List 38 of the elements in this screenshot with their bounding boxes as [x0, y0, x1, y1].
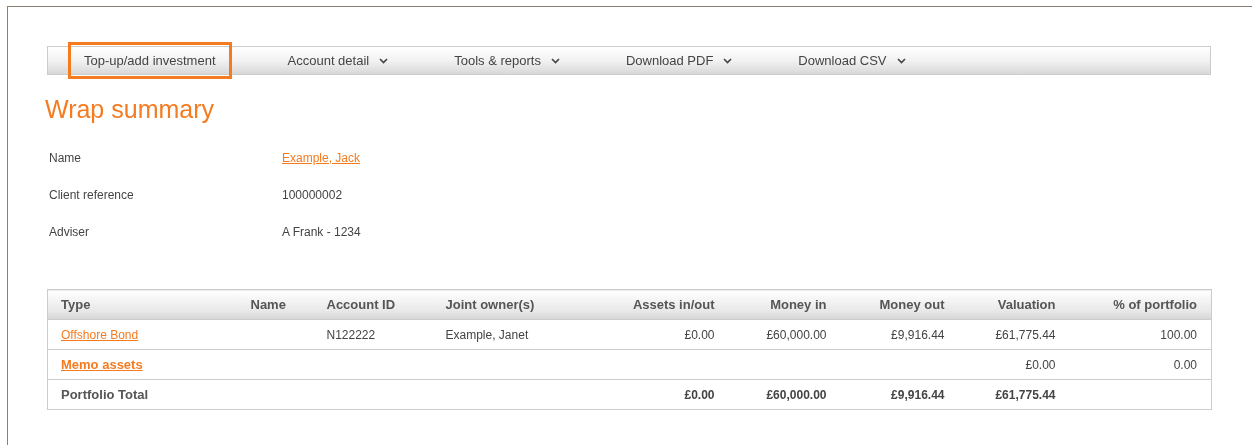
menu-item[interactable]: Download CSV	[782, 42, 922, 79]
table-cell: £0.00	[684, 387, 715, 402]
column-header: % of portfolio	[1113, 297, 1197, 312]
field-label: Client reference	[48, 187, 135, 202]
column-header: Joint owner(s)	[445, 297, 535, 312]
menu-item[interactable]: Download PDF	[609, 42, 749, 79]
table-cell: N122222	[326, 327, 376, 342]
chevron-down-icon	[379, 57, 389, 64]
table-cell: £61,775.44	[995, 387, 1056, 402]
menu-item[interactable]: Account detail	[271, 42, 405, 79]
total-label: Portfolio Total	[61, 387, 149, 402]
column-header: Account ID	[326, 297, 396, 312]
field-value: 100000002	[282, 187, 343, 202]
field-value: A Frank - 1234	[282, 224, 361, 239]
table-cell: £0.00	[1025, 357, 1056, 372]
field-label: Adviser	[48, 224, 90, 239]
table-cell: £60,000.00	[766, 327, 827, 342]
table-cell: 0.00	[1173, 357, 1197, 372]
menu-item[interactable]: Top-up/add investment	[68, 42, 232, 79]
column-header: Money out	[879, 297, 945, 312]
table-cell: £9,916.44	[891, 387, 945, 402]
column-header: Assets in/out	[632, 297, 715, 312]
column-header: Type	[61, 297, 91, 312]
table-cell: Example, Janet	[445, 327, 529, 342]
table-cell: £0.00	[684, 327, 715, 342]
table-cell: 100.00	[1160, 327, 1197, 342]
table-cell: £61,775.44	[995, 327, 1056, 342]
table-cell: £60,000.00	[766, 387, 827, 402]
table-cell: £9,916.44	[891, 327, 945, 342]
column-header: Valuation	[997, 297, 1056, 312]
column-header: Name	[250, 297, 286, 312]
field-label: Name	[48, 150, 82, 165]
chevron-down-icon	[550, 57, 560, 64]
page-title: Wrap summary	[45, 95, 215, 125]
chevron-down-icon	[723, 57, 733, 64]
column-header: Money in	[770, 297, 827, 312]
menu-item[interactable]: Tools & reports	[438, 42, 576, 79]
chevron-down-icon	[896, 57, 906, 64]
